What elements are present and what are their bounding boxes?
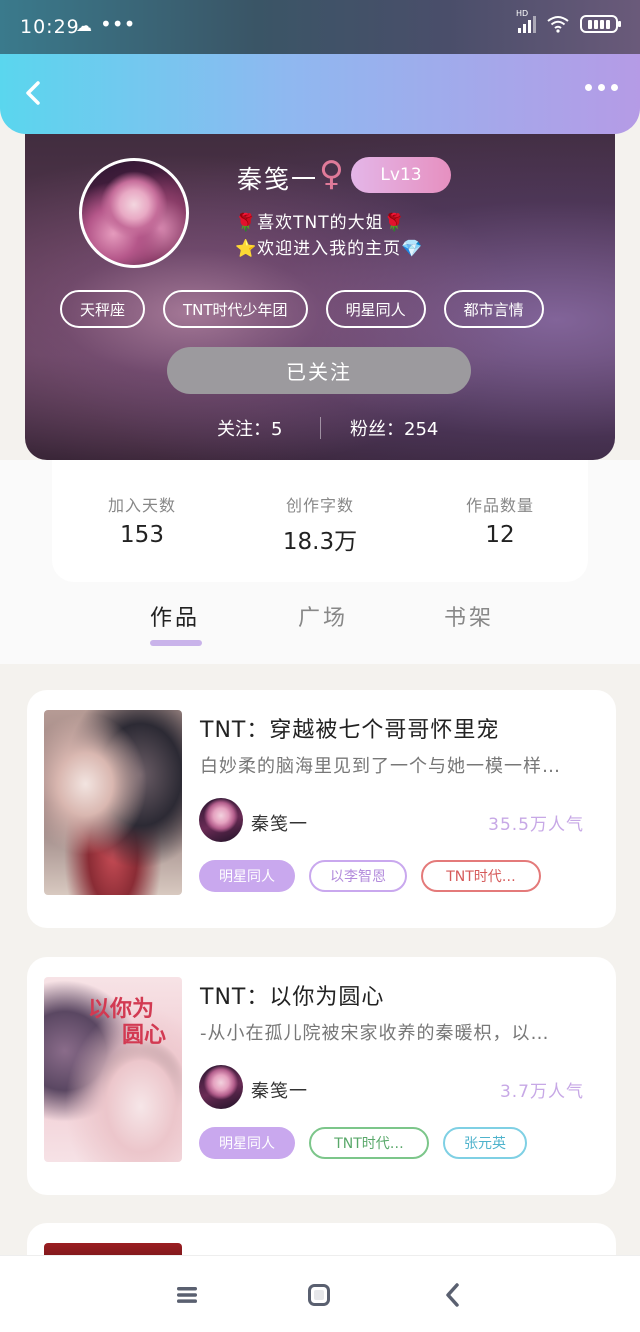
work-popularity: 35.5万人气	[488, 815, 584, 835]
avatar[interactable]	[79, 158, 189, 268]
work-popularity: 3.7万人气	[499, 1082, 584, 1102]
stat-value: 12	[485, 522, 515, 548]
stat-value: 18.3万	[282, 529, 358, 555]
chevron-left-icon	[26, 81, 40, 105]
status-bar: 10:29 ☁ ••• HD	[0, 0, 640, 54]
cover-title: 以你为 圆心	[88, 997, 166, 1049]
tab-bar: 作品 广场 书架	[0, 582, 640, 664]
female-icon: ♀	[319, 154, 344, 194]
stat-label: 加入天数	[107, 496, 176, 515]
work-tag[interactable]: 张元英	[443, 1127, 527, 1159]
square-icon	[308, 1284, 330, 1306]
work-card[interactable]: TNT：穿越被七个哥哥怀里宠 白妙柔的脑海里见到了一个与她一模一样… 秦笺一 3…	[27, 690, 616, 928]
system-nav-bar	[0, 1255, 640, 1332]
tab-active-indicator	[150, 640, 202, 646]
work-tags: 明星同人 以李智恩 TNT时代…	[199, 860, 541, 892]
wifi-icon	[546, 15, 570, 33]
work-author: 秦笺一	[251, 814, 308, 835]
hd-indicator: HD	[516, 9, 529, 18]
home-button[interactable]	[304, 1280, 334, 1310]
status-icons: HD	[516, 9, 621, 33]
book-cover: 以你为 圆心	[44, 977, 182, 1162]
more-dot	[598, 84, 605, 91]
more-button[interactable]	[585, 84, 618, 91]
cover-title-line: 以你为	[88, 997, 155, 1022]
work-tag[interactable]: TNT时代…	[421, 860, 541, 892]
work-title: TNT：以你为圆心	[200, 985, 385, 1010]
counts-divider	[320, 417, 321, 439]
more-dot	[611, 84, 618, 91]
work-author: 秦笺一	[251, 1081, 308, 1102]
bio-line-2: ⭐欢迎进入我的主页💎	[235, 239, 424, 259]
book-cover	[44, 710, 182, 895]
work-tag[interactable]: 以李智恩	[309, 860, 407, 892]
author-avatar	[199, 1065, 243, 1109]
tab-square[interactable]: 广场	[298, 600, 348, 632]
stat-word-count: 创作字数 18.3万	[240, 492, 400, 556]
recent-apps-button[interactable]	[172, 1280, 202, 1310]
profile-tag[interactable]: TNT时代少年团	[163, 290, 308, 328]
tab-bookshelf[interactable]: 书架	[444, 600, 494, 632]
work-description: 白妙柔的脑海里见到了一个与她一模一样…	[200, 756, 561, 777]
bio-line-1: 🌹喜欢TNT的大姐🌹	[235, 213, 406, 233]
work-tag[interactable]: TNT时代…	[309, 1127, 429, 1159]
chevron-left-icon	[446, 1283, 459, 1307]
following-count[interactable]: 关注：5	[217, 415, 282, 441]
back-button[interactable]	[18, 76, 52, 110]
work-title: TNT：穿越被七个哥哥怀里宠	[200, 718, 500, 743]
profile-tag[interactable]: 天秤座	[60, 290, 146, 328]
more-dot	[585, 84, 592, 91]
system-back-button[interactable]	[438, 1280, 468, 1310]
profile-name: 秦笺一	[237, 165, 319, 194]
cover-title-line: 圆心	[122, 1023, 167, 1048]
status-time: 10:29	[20, 16, 80, 38]
tab-works[interactable]: 作品	[150, 600, 200, 632]
notification-dots-icon: •••	[100, 12, 136, 36]
work-tags: 明星同人 TNT时代… 张元英	[199, 1127, 527, 1159]
level-badge: Lv13	[351, 157, 451, 193]
author-avatar	[199, 798, 243, 842]
work-tag[interactable]: 明星同人	[199, 860, 295, 892]
profile-tags: 天秤座 TNT时代少年团 明星同人 都市言情	[60, 290, 544, 328]
work-tag[interactable]: 明星同人	[199, 1127, 295, 1159]
profile-tag[interactable]: 都市言情	[443, 290, 544, 328]
profile-tag[interactable]: 明星同人	[325, 290, 426, 328]
stat-work-count: 作品数量 12	[420, 492, 580, 548]
battery-icon	[580, 15, 621, 33]
stat-value: 153	[120, 522, 164, 548]
profile-card: 秦笺一 ♀ Lv13 🌹喜欢TNT的大姐🌹 ⭐欢迎进入我的主页💎 天秤座 TNT…	[25, 110, 615, 460]
cloud-icon: ☁	[76, 16, 92, 35]
signal-icon: HD	[516, 9, 536, 33]
follow-button[interactable]: 已关注	[167, 347, 471, 394]
work-card[interactable]: 以你为 圆心 TNT：以你为圆心 -从小在孤儿院被宋家收养的秦暖枳，以… 秦笺一…	[27, 957, 616, 1195]
top-bar	[0, 54, 640, 134]
stat-label: 创作字数	[285, 496, 354, 515]
menu-icon	[177, 1287, 197, 1303]
stat-join-days: 加入天数 153	[62, 492, 222, 548]
work-description: -从小在孤儿院被宋家收养的秦暖枳，以…	[200, 1023, 550, 1044]
stat-label: 作品数量	[465, 496, 534, 515]
fans-count[interactable]: 粉丝：254	[350, 415, 438, 441]
